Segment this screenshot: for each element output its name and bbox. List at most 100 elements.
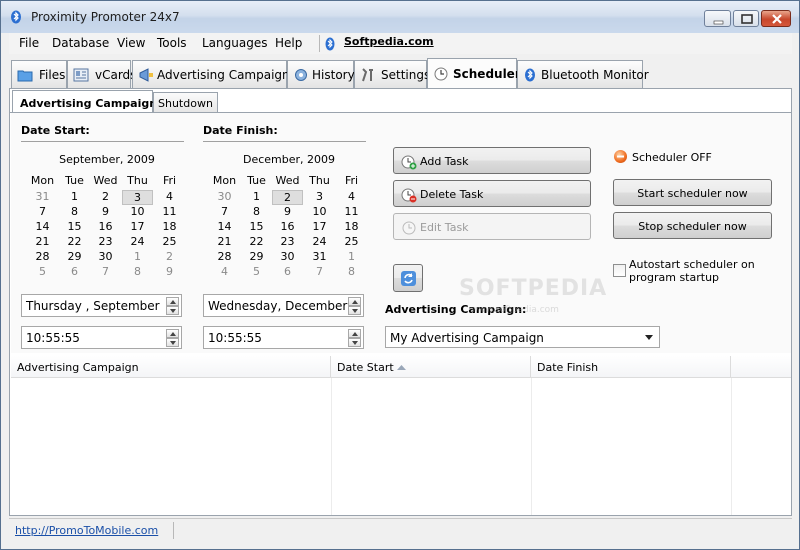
calendar-day[interactable]: 18	[154, 220, 185, 233]
calendar-day[interactable]: 28	[209, 250, 240, 263]
edit-task-button[interactable]: Edit Task	[393, 213, 591, 240]
calendar-day[interactable]: 1	[241, 190, 272, 203]
subtab-shutdown[interactable]: Shutdown	[153, 92, 218, 112]
calendar-day[interactable]: 2	[272, 190, 303, 205]
date-finish-time-picker[interactable]: 10:55:55	[203, 326, 364, 349]
calendar-day[interactable]: 30	[209, 190, 240, 203]
refresh-button[interactable]	[393, 264, 423, 292]
calendar-day[interactable]: 1	[336, 250, 367, 263]
calendar-day[interactable]: 4	[154, 190, 185, 203]
promotomobile-link[interactable]: http://PromoToMobile.com	[15, 524, 158, 537]
stop-scheduler-button[interactable]: Stop scheduler now	[613, 212, 772, 239]
maximize-button[interactable]	[733, 10, 759, 27]
calendar-day[interactable]: 16	[272, 220, 303, 233]
calendar-day[interactable]: 1	[122, 250, 153, 263]
calendar-day[interactable]: 4	[336, 190, 367, 203]
calendar-day[interactable]: 4	[209, 265, 240, 278]
calendar-day[interactable]: 11	[154, 205, 185, 218]
campaign-schedule-table[interactable]: Advertising Campaign Date Start Date Fin…	[11, 356, 791, 515]
calendar-day[interactable]: 2	[90, 190, 121, 203]
calendar-day[interactable]: 7	[304, 265, 335, 278]
calendar-day[interactable]: 11	[336, 205, 367, 218]
time-finish-spin-up[interactable]	[348, 329, 361, 338]
menu-view[interactable]: View	[117, 36, 145, 50]
add-task-button[interactable]: Add Task	[393, 147, 591, 174]
menu-file[interactable]: File	[19, 36, 39, 50]
time-finish-spin-down[interactable]	[348, 338, 361, 347]
calendar-day[interactable]: 29	[59, 250, 90, 263]
calendar-day[interactable]: 24	[304, 235, 335, 248]
menu-help[interactable]: Help	[275, 36, 302, 50]
calendar-day[interactable]: 23	[272, 235, 303, 248]
calendar-day[interactable]: 10	[122, 205, 153, 218]
calendar-day[interactable]: 9	[90, 205, 121, 218]
title-bar[interactable]: Proximity Promoter 24x7	[1, 1, 799, 33]
date-finish-calendar[interactable]: December, 2009 Mon Tue Wed Thu Fri 30 1 2 3 4 7 8 9 1…	[209, 153, 369, 283]
time-start-spin-up[interactable]	[166, 329, 179, 338]
calendar-day[interactable]: 1	[59, 190, 90, 203]
close-button[interactable]	[761, 10, 791, 27]
advertising-campaign-select[interactable]: My Advertising Campaign	[385, 326, 660, 348]
calendar-day[interactable]: 16	[90, 220, 121, 233]
autostart-checkbox[interactable]	[613, 264, 626, 277]
calendar-day[interactable]: 23	[90, 235, 121, 248]
calendar-day[interactable]: 6	[59, 265, 90, 278]
calendar-day[interactable]: 24	[122, 235, 153, 248]
calendar-day[interactable]: 30	[272, 250, 303, 263]
date-finish-date-picker[interactable]: Wednesday, December	[203, 294, 364, 317]
calendar-day[interactable]: 25	[154, 235, 185, 248]
column-header-date-start[interactable]: Date Start	[331, 356, 531, 378]
calendar-day[interactable]: 2	[154, 250, 185, 263]
start-scheduler-button[interactable]: Start scheduler now	[613, 179, 772, 206]
calendar-day[interactable]: 8	[241, 205, 272, 218]
softpedia-link[interactable]: Softpedia.com	[344, 35, 434, 48]
calendar-day[interactable]: 30	[90, 250, 121, 263]
calendar-day[interactable]: 18	[336, 220, 367, 233]
tab-settings[interactable]: Settings	[354, 60, 430, 88]
menu-languages[interactable]: Languages	[202, 36, 267, 50]
calendar-day[interactable]: 5	[27, 265, 58, 278]
tab-vcards[interactable]: vCards	[67, 60, 136, 88]
calendar-day[interactable]: 21	[209, 235, 240, 248]
date-start-time-picker[interactable]: 10:55:55	[21, 326, 182, 349]
date-start-spin-down[interactable]	[166, 306, 179, 315]
column-header-date-finish[interactable]: Date Finish	[531, 356, 731, 378]
calendar-day[interactable]: 22	[241, 235, 272, 248]
calendar-day[interactable]: 9	[154, 265, 185, 278]
minimize-button[interactable]	[704, 10, 731, 27]
delete-task-button[interactable]: Delete Task	[393, 180, 591, 207]
calendar-day[interactable]: 15	[59, 220, 90, 233]
calendar-day[interactable]: 22	[59, 235, 90, 248]
calendar-day[interactable]: 25	[336, 235, 367, 248]
calendar-day[interactable]: 7	[90, 265, 121, 278]
date-start-date-picker[interactable]: Thursday , September	[21, 294, 182, 317]
date-finish-spin-down[interactable]	[348, 306, 361, 315]
calendar-day[interactable]: 8	[336, 265, 367, 278]
calendar-day[interactable]: 14	[209, 220, 240, 233]
date-finish-spin-up[interactable]	[348, 297, 361, 306]
date-start-calendar[interactable]: September, 2009 Mon Tue Wed Thu Fri 31 1 2 3 4 7 8 9…	[27, 153, 187, 283]
menu-tools[interactable]: Tools	[157, 36, 187, 50]
tab-history[interactable]: History	[287, 60, 355, 88]
date-start-spin-up[interactable]	[166, 297, 179, 306]
calendar-day[interactable]: 28	[27, 250, 58, 263]
time-start-spin-down[interactable]	[166, 338, 179, 347]
calendar-day[interactable]: 7	[27, 205, 58, 218]
calendar-day[interactable]: 29	[241, 250, 272, 263]
calendar-day[interactable]: 3	[304, 190, 335, 203]
calendar-day[interactable]: 8	[59, 205, 90, 218]
calendar-day[interactable]: 8	[122, 265, 153, 278]
tab-scheduler[interactable]: Scheduler	[427, 58, 521, 89]
calendar-day[interactable]: 21	[27, 235, 58, 248]
tab-files[interactable]: Files	[11, 60, 67, 88]
calendar-day[interactable]: 17	[304, 220, 335, 233]
calendar-day[interactable]: 14	[27, 220, 58, 233]
tab-advertising-campaigns[interactable]: Advertising Campaigns	[132, 60, 296, 88]
calendar-day[interactable]: 31	[27, 190, 58, 203]
calendar-day[interactable]: 31	[304, 250, 335, 263]
calendar-day[interactable]: 5	[241, 265, 272, 278]
calendar-day[interactable]: 7	[209, 205, 240, 218]
calendar-day[interactable]: 17	[122, 220, 153, 233]
column-header-advertising-campaign[interactable]: Advertising Campaign	[11, 356, 331, 378]
tab-bluetooth-monitor[interactable]: Bluetooth Monitor	[517, 60, 649, 88]
